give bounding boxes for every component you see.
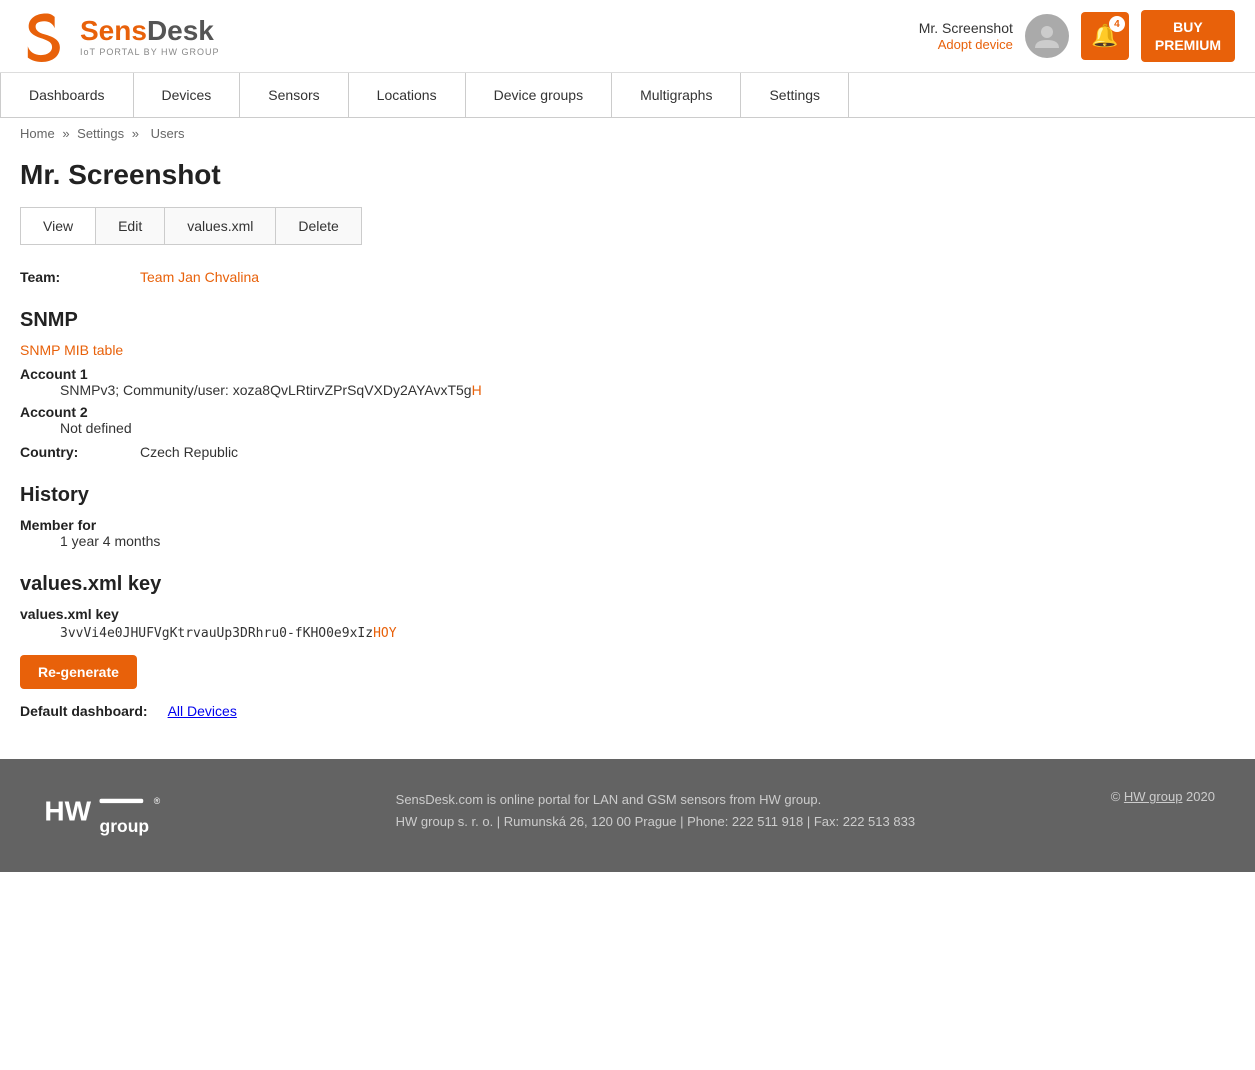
team-label: Team: (20, 269, 140, 285)
breadcrumb: Home » Settings » Users (0, 118, 1255, 149)
user-name: Mr. Screenshot (919, 20, 1013, 36)
account1-value-text: SNMPv3; Community/user: xoza8QvLRtirvZPr… (60, 382, 472, 398)
values-xml-key-label: values.xml key (20, 606, 1160, 622)
country-row: Country: Czech Republic (20, 444, 1160, 460)
breadcrumb-sep-1: » (62, 126, 73, 141)
footer-description: SensDesk.com is online portal for LAN an… (396, 789, 915, 833)
values-xml-key-value: 3vvVi4e0JHUFVgKtrvauUp3DRhru0-fKHO0e9xIz… (20, 626, 1160, 641)
account2-label: Account 2 (20, 404, 1160, 420)
team-row: Team: Team Jan Chvalina (20, 269, 1160, 285)
nav-item-locations[interactable]: Locations (349, 73, 466, 117)
breadcrumb-sep-2: » (132, 126, 143, 141)
breadcrumb-settings[interactable]: Settings (77, 126, 124, 141)
svg-text:group: group (100, 816, 150, 836)
values-key-prefix: 3vvVi4e0JHUFVgKtrvauUp3DRhru0-fKHO0e9xIz (60, 626, 373, 641)
account1-value: SNMPv3; Community/user: xoza8QvLRtirvZPr… (20, 382, 1160, 398)
country-value: Czech Republic (140, 444, 238, 460)
nav-item-devices[interactable]: Devices (134, 73, 241, 117)
user-info: Mr. Screenshot Adopt device (919, 20, 1013, 52)
footer-logo: HW group ® (40, 789, 200, 842)
member-for-label: Member for (20, 517, 1160, 533)
values-key-highlight: HOY (373, 626, 396, 641)
footer-line1: SensDesk.com is online portal for LAN an… (396, 789, 915, 811)
svg-text:HW: HW (44, 796, 91, 827)
account2-block: Account 2 Not defined (20, 404, 1160, 436)
nav-item-multigraphs[interactable]: Multigraphs (612, 73, 741, 117)
account1-block: Account 1 SNMPv3; Community/user: xoza8Q… (20, 366, 1160, 398)
svg-text:®: ® (154, 796, 161, 806)
user-avatar-icon (1032, 21, 1062, 51)
default-dashboard-value: All Devices (168, 703, 237, 719)
avatar (1025, 14, 1069, 58)
buy-premium-button[interactable]: BUYPREMIUM (1141, 10, 1235, 62)
history-section-title: History (20, 484, 1160, 507)
tab-values-xml[interactable]: values.xml (165, 208, 276, 244)
action-tabs: View Edit values.xml Delete (20, 207, 362, 245)
notification-badge: 4 (1109, 16, 1125, 32)
page-title: Mr. Screenshot (20, 159, 1160, 191)
country-label: Country: (20, 444, 140, 460)
member-for-value: 1 year 4 months (20, 533, 1160, 549)
notifications-button[interactable]: 🔔 4 (1081, 12, 1129, 60)
default-dashboard-label: Default dashboard: (20, 703, 148, 719)
account1-label: Account 1 (20, 366, 1160, 382)
snmp-section-title: SNMP (20, 309, 1160, 332)
snmp-mib-link[interactable]: SNMP MIB table (20, 342, 1160, 358)
account1-highlight: H (472, 382, 482, 398)
header-right: Mr. Screenshot Adopt device 🔔 4 BUYPREMI… (919, 10, 1235, 62)
nav-item-settings[interactable]: Settings (741, 73, 849, 117)
hw-group-logo: HW group ® (40, 789, 180, 839)
nav-item-device-groups[interactable]: Device groups (466, 73, 613, 117)
main-content: Mr. Screenshot View Edit values.xml Dele… (0, 149, 1180, 759)
nav-item-dashboards[interactable]: Dashboards (0, 73, 134, 117)
team-value: Team Jan Chvalina (140, 269, 259, 285)
regenerate-button[interactable]: Re-generate (20, 655, 137, 689)
account2-value: Not defined (20, 420, 1160, 436)
breadcrumb-home[interactable]: Home (20, 126, 55, 141)
hw-group-footer-link[interactable]: HW group (1124, 789, 1183, 804)
tab-edit[interactable]: Edit (96, 208, 165, 244)
tab-delete[interactable]: Delete (276, 208, 360, 244)
default-dashboard-row: Default dashboard: All Devices (20, 703, 1160, 719)
team-link[interactable]: Team Jan Chvalina (140, 269, 259, 285)
tab-view[interactable]: View (21, 208, 96, 244)
values-xml-section-title: values.xml key (20, 573, 1160, 596)
all-devices-link[interactable]: All Devices (168, 703, 237, 719)
adopt-device-link[interactable]: Adopt device (938, 37, 1013, 52)
header: SensDesk IoT PORTAL BY HW GROUP Mr. Scre… (0, 0, 1255, 73)
footer-line2: HW group s. r. o. | Rumunská 26, 120 00 … (396, 811, 915, 833)
main-nav: Dashboards Devices Sensors Locations Dev… (0, 73, 1255, 118)
nav-item-sensors[interactable]: Sensors (240, 73, 348, 117)
footer: HW group ® SensDesk.com is online portal… (0, 759, 1255, 872)
breadcrumb-users: Users (151, 126, 185, 141)
footer-copyright: © HW group 2020 (1111, 789, 1215, 804)
logo-area: SensDesk IoT PORTAL BY HW GROUP (20, 10, 220, 62)
member-for-block: Member for 1 year 4 months (20, 517, 1160, 549)
